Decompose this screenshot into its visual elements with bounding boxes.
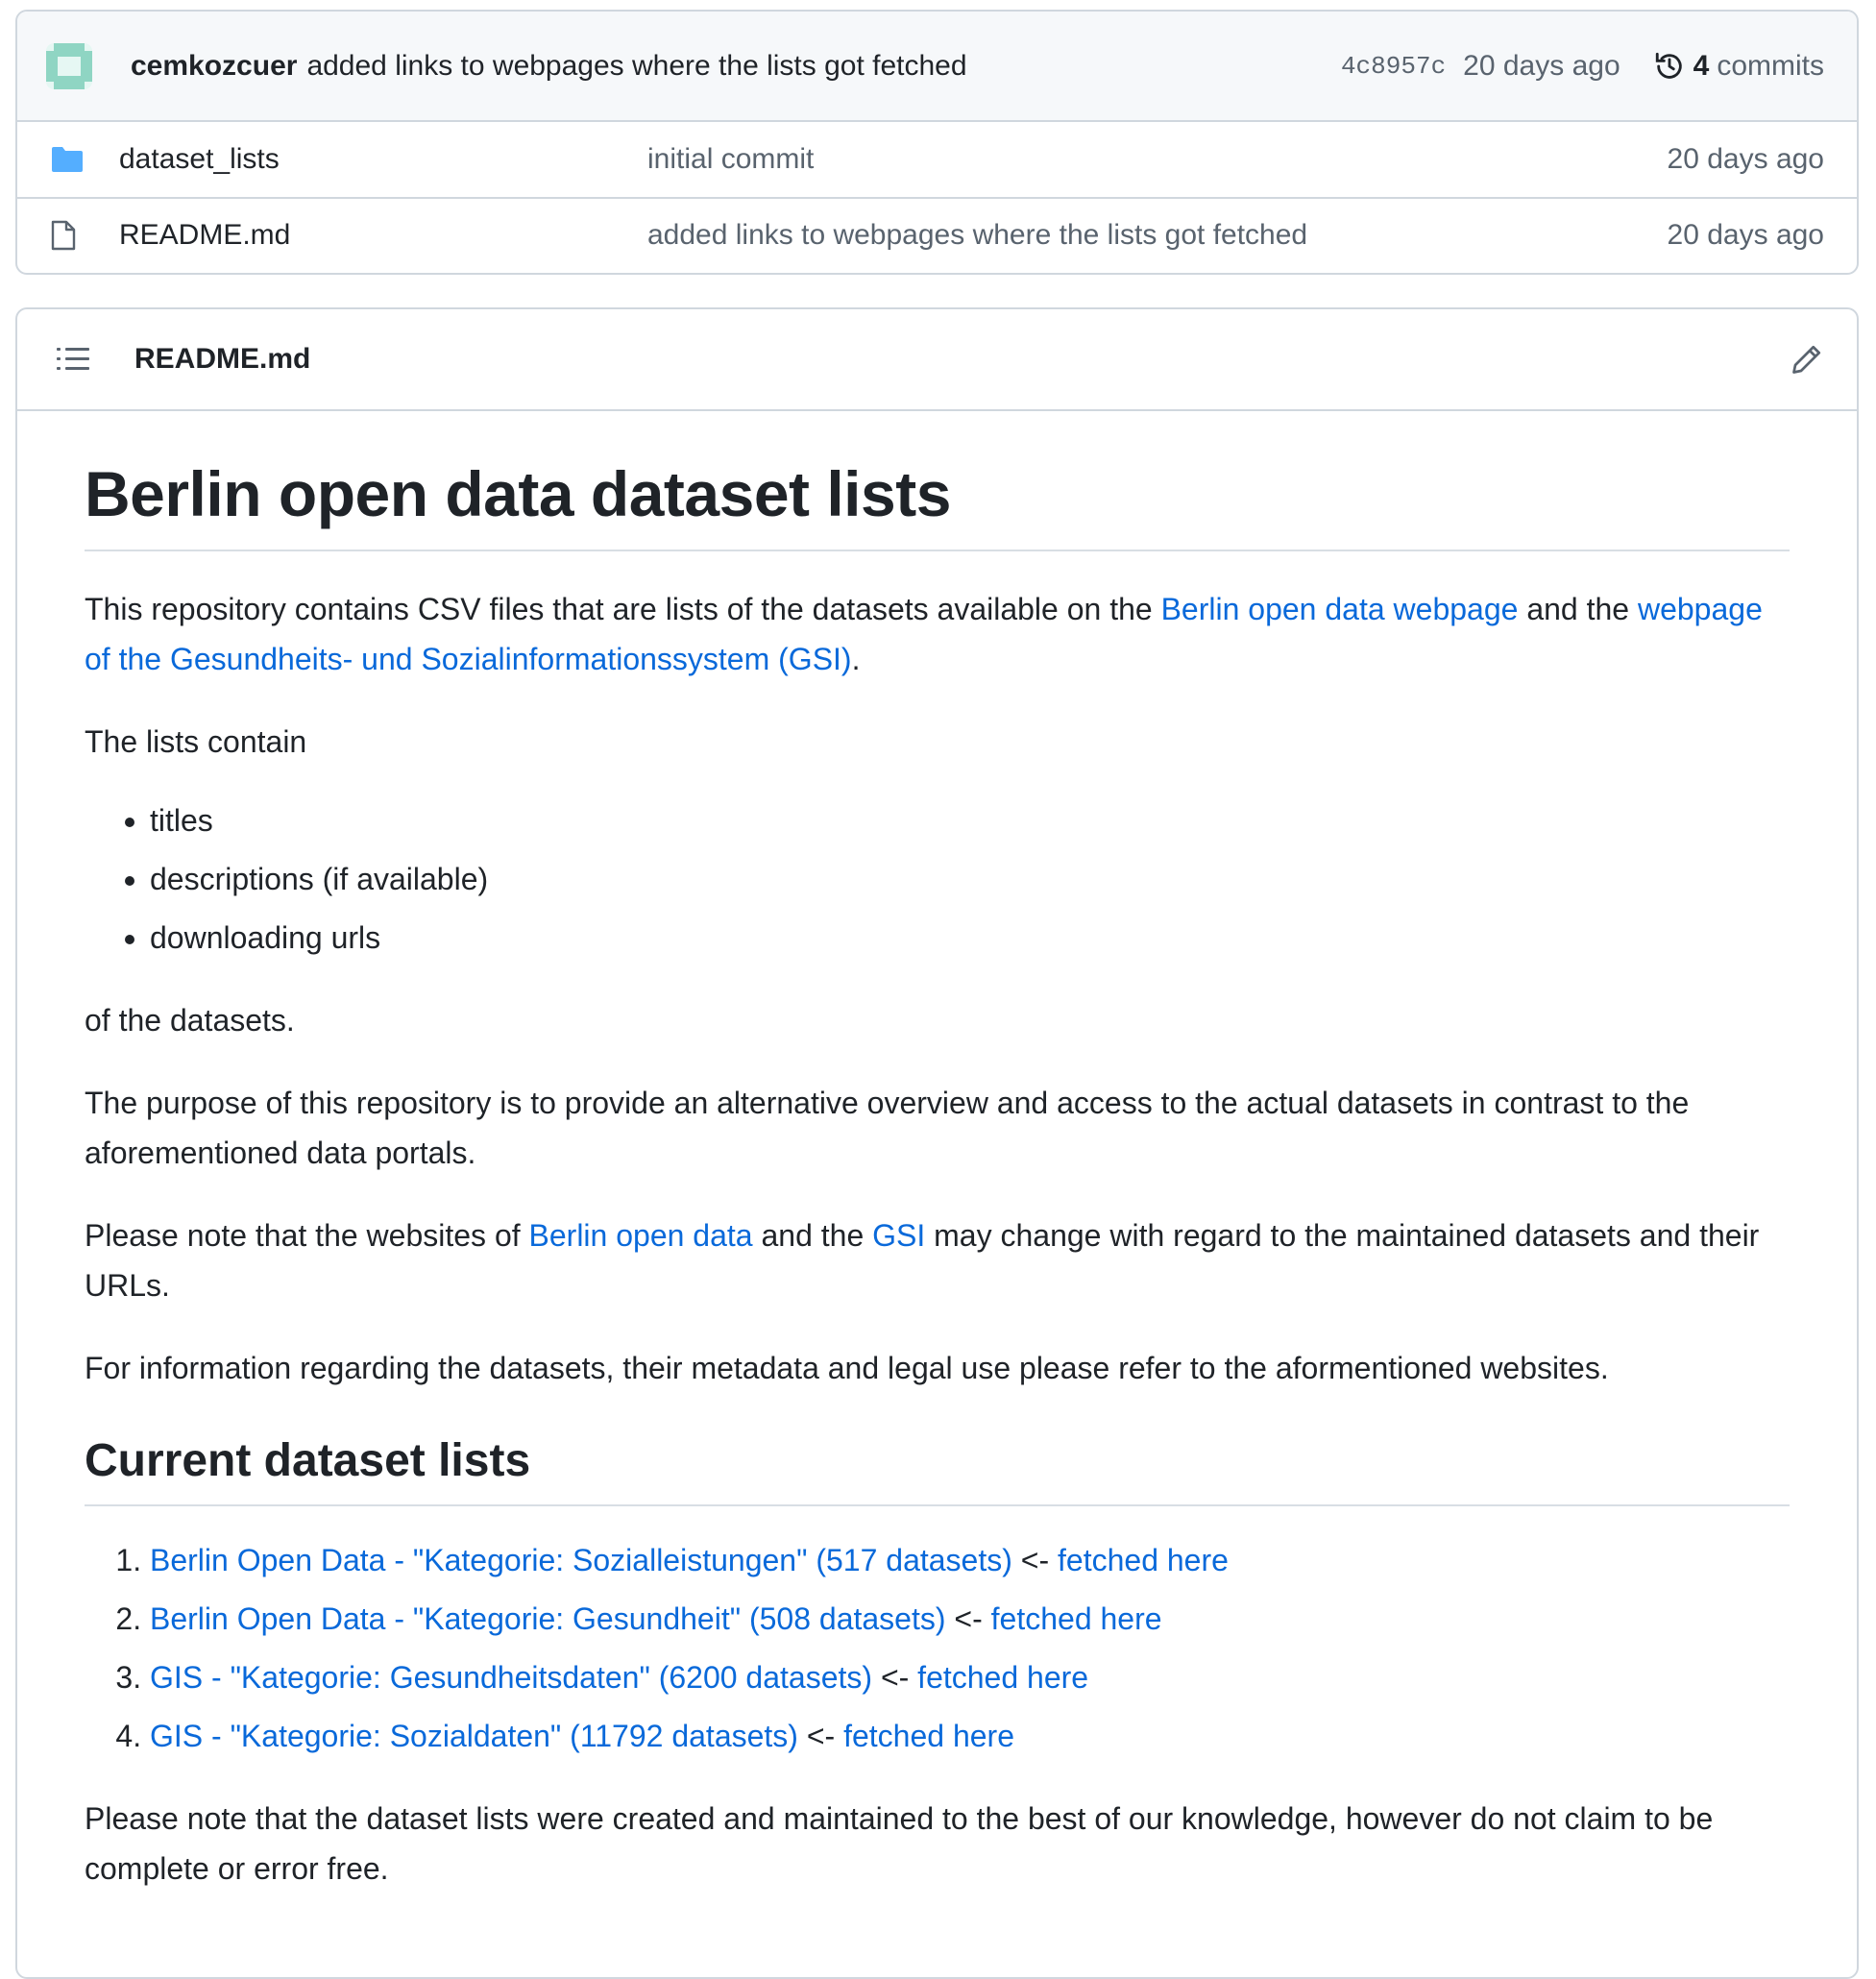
file-icon: [51, 220, 76, 251]
readme-content: Berlin open data dataset lists This repo…: [17, 411, 1857, 1893]
commit-author-link[interactable]: cemkozcuer: [131, 50, 297, 83]
fetched-here-link[interactable]: fetched here: [1058, 1543, 1229, 1577]
dataset-list-link[interactable]: GIS - "Kategorie: Gesundheitsdaten" (620…: [150, 1660, 872, 1695]
list-item: titles: [150, 795, 1790, 845]
readme-paragraph-purpose: The purpose of this repository is to pro…: [85, 1086, 1690, 1170]
commit-sha-link[interactable]: 4c8957c: [1341, 52, 1446, 81]
gsi-link[interactable]: GSI: [872, 1218, 925, 1253]
readme-paragraph-note: Please note that the websites of Berlin …: [85, 1218, 1760, 1303]
list-item: downloading urls: [150, 913, 1790, 963]
readme-paragraph-intro: This repository contains CSV files that …: [85, 592, 1763, 676]
file-row-readme[interactable]: README.md added links to webpages where …: [17, 197, 1857, 272]
fetched-here-link[interactable]: fetched here: [991, 1601, 1162, 1636]
file-commit-link[interactable]: added links to webpages where the lists …: [647, 219, 1668, 252]
pencil-icon[interactable]: [1790, 342, 1824, 377]
list-item: descriptions (if available): [150, 854, 1790, 904]
readme-heading: Berlin open data dataset lists: [85, 440, 1790, 551]
readme-paragraph-disclaimer: Please note that the dataset lists were …: [85, 1801, 1714, 1886]
readme-filename[interactable]: README.md: [134, 343, 1790, 376]
latest-commit-bar: cemkozcuer added links to webpages where…: [17, 12, 1857, 122]
section-heading: Current dataset lists: [85, 1431, 1790, 1506]
readme-header: README.md: [17, 309, 1857, 411]
file-row-dataset-lists[interactable]: dataset_lists initial commit 20 days ago: [17, 122, 1857, 197]
history-icon[interactable]: [1653, 50, 1686, 83]
file-name-link[interactable]: dataset_lists: [119, 143, 647, 176]
list-icon[interactable]: [50, 346, 96, 373]
file-date: 20 days ago: [1667, 143, 1824, 175]
list-item: Berlin Open Data - "Kategorie: Soziallei…: [150, 1535, 1790, 1585]
berlin-open-data-link[interactable]: Berlin open data webpage: [1161, 592, 1519, 626]
dataset-list-link[interactable]: GIS - "Kategorie: Sozialdaten" (11792 da…: [150, 1719, 798, 1753]
commit-message-link[interactable]: added links to webpages where the lists …: [306, 50, 1341, 83]
dataset-list-link[interactable]: Berlin Open Data - "Kategorie: Soziallei…: [150, 1543, 1012, 1577]
file-commit-link[interactable]: initial commit: [647, 143, 1668, 176]
list-item: Berlin Open Data - "Kategorie: Gesundhei…: [150, 1594, 1790, 1644]
berlin-open-data-link[interactable]: Berlin open data: [529, 1218, 753, 1253]
list-item: GIS - "Kategorie: Gesundheitsdaten" (620…: [150, 1652, 1790, 1702]
commit-count[interactable]: 4: [1693, 50, 1710, 83]
readme-paragraph-of-datasets: of the datasets.: [85, 1003, 295, 1038]
file-date: 20 days ago: [1667, 219, 1824, 251]
commit-date: 20 days ago: [1463, 49, 1620, 82]
readme-paragraph-info: For information regarding the datasets, …: [85, 1351, 1609, 1385]
commit-count-label[interactable]: commits: [1717, 50, 1824, 83]
file-name-link[interactable]: README.md: [119, 219, 647, 252]
readme-paragraph-lists-contain: The lists contain: [85, 724, 307, 759]
fetched-here-link[interactable]: fetched here: [843, 1719, 1014, 1753]
folder-icon: [52, 147, 83, 172]
list-item: GIS - "Kategorie: Sozialdaten" (11792 da…: [150, 1711, 1790, 1761]
dataset-lists: Berlin Open Data - "Kategorie: Soziallei…: [85, 1535, 1790, 1761]
contents-bullet-list: titles descriptions (if available) downl…: [85, 795, 1790, 963]
dataset-list-link[interactable]: Berlin Open Data - "Kategorie: Gesundhei…: [150, 1601, 946, 1636]
avatar[interactable]: [46, 42, 92, 89]
file-browser: cemkozcuer added links to webpages where…: [15, 10, 1859, 275]
readme-panel: README.md Berlin open data dataset lists…: [15, 307, 1859, 1979]
fetched-here-link[interactable]: fetched here: [917, 1660, 1088, 1695]
